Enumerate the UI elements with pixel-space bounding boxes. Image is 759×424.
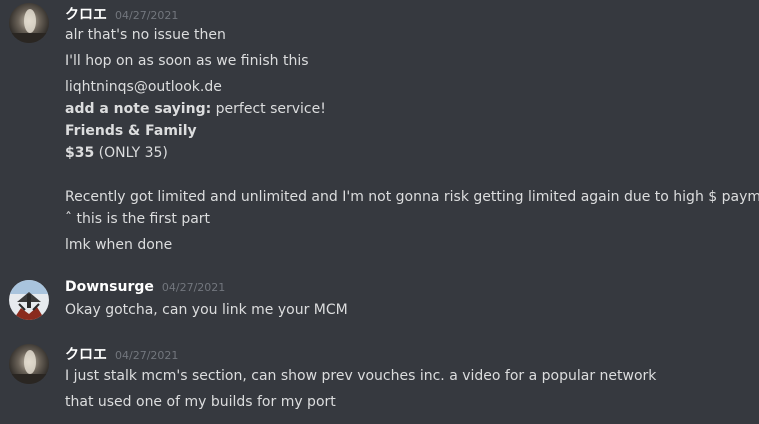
timestamp[interactable]: 04/27/2021 bbox=[162, 281, 225, 294]
message-line: ˆ this is the first part bbox=[65, 211, 211, 227]
message-line: I just stalk mcm's section, can show pre… bbox=[65, 368, 657, 384]
message-line: Okay gotcha, can you link me your MCM bbox=[65, 302, 348, 318]
avatar-downsurge-icon bbox=[9, 280, 49, 320]
avatar-chloe-icon bbox=[9, 3, 49, 43]
message-text: (ONLY 35) bbox=[94, 145, 168, 161]
avatar[interactable] bbox=[9, 280, 49, 320]
bold-text: Friends & Family bbox=[65, 123, 197, 139]
message-line: that used one of my builds for my port bbox=[65, 394, 336, 410]
message-line: liqhtninqs@outlook.de bbox=[65, 79, 222, 95]
message-line: $35 (ONLY 35) bbox=[65, 143, 168, 163]
message-line: I'll hop on as soon as we finish this bbox=[65, 53, 309, 69]
avatar[interactable] bbox=[9, 344, 49, 384]
avatar-chloe-icon bbox=[9, 344, 49, 384]
message-line: Friends & Family bbox=[65, 121, 197, 141]
message-line: lmk when done bbox=[65, 237, 173, 253]
username[interactable]: クロエ bbox=[65, 4, 107, 24]
username[interactable]: クロエ bbox=[65, 344, 107, 364]
message-header: クロエ 04/27/2021 bbox=[65, 344, 178, 366]
message-text: perfect service! bbox=[211, 101, 326, 117]
message-header: クロエ 04/27/2021 bbox=[65, 4, 178, 26]
message-line: Recently got limited and unlimited and I… bbox=[65, 189, 759, 205]
message-line: add a note saying: perfect service! bbox=[65, 99, 326, 119]
bold-text: $35 bbox=[65, 145, 95, 161]
timestamp[interactable]: 04/27/2021 bbox=[115, 9, 178, 22]
avatar[interactable] bbox=[9, 3, 49, 43]
bold-text: add a note saying: bbox=[65, 101, 212, 117]
message-header: Downsurge 04/27/2021 bbox=[65, 279, 225, 301]
timestamp[interactable]: 04/27/2021 bbox=[115, 349, 178, 362]
username[interactable]: Downsurge bbox=[65, 279, 154, 295]
message-line: alr that's no issue then bbox=[65, 27, 226, 43]
